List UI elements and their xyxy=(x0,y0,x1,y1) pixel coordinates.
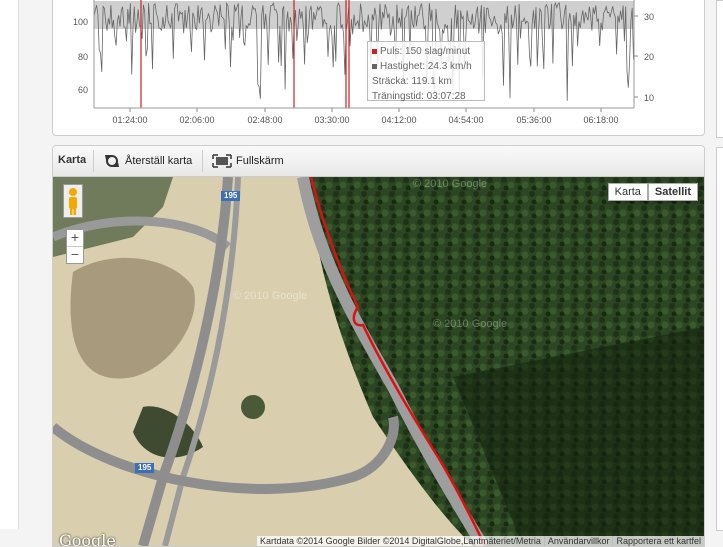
pegman-icon xyxy=(69,188,77,215)
x-tick-label: 03:30:00 xyxy=(314,115,349,125)
map-attribution: Kartdata ©2014 Google Bilder ©2014 Digit… xyxy=(257,536,704,546)
map-type-satellite-button[interactable]: Satellit xyxy=(647,183,698,201)
right-panel-bottom xyxy=(716,147,723,531)
svg-text:© 2010 Google: © 2010 Google xyxy=(433,318,507,330)
map-type-control: Karta Satellit xyxy=(607,183,698,201)
x-tick-label: 05:36:00 xyxy=(516,115,551,125)
x-tick-label: 04:12:00 xyxy=(381,115,416,125)
road-shield-195-bottom: 195 xyxy=(135,463,155,473)
tooltip-speed: Hastighet: 24.3 km/h xyxy=(372,59,480,74)
road-shield-195-top: 195 xyxy=(221,191,241,201)
left-sidebar xyxy=(0,0,19,529)
y-right-tick-label: 10 xyxy=(644,93,654,103)
pulse-speed-chart-panel: 100 80 60 30 20 10 01:24:00 02:06:00 02:48:00 03:… xyxy=(52,0,705,136)
terms-of-use-link[interactable]: Användarvillkor xyxy=(543,536,613,546)
zoom-in-button[interactable]: + xyxy=(67,230,83,247)
report-map-error-link[interactable]: Rapportera ett kartfel xyxy=(612,536,704,546)
tooltip-time: Träningstid: 03:07:28 xyxy=(372,91,466,102)
x-tick-label: 06:18:00 xyxy=(583,115,618,125)
y-left-tick-label: 100 xyxy=(73,17,88,27)
tooltip-distance: Sträcka: 119.1 km xyxy=(372,76,452,87)
map-data-attribution: Kartdata ©2014 Google Bilder ©2014 Digit… xyxy=(257,536,544,546)
reset-map-icon xyxy=(105,155,119,167)
fullscreen-button[interactable]: Fullskärm xyxy=(212,151,284,171)
map-type-map-button[interactable]: Karta xyxy=(607,183,648,201)
reset-map-label: Återställ karta xyxy=(125,155,193,167)
satellite-map[interactable]: © 2010 Google © 2010 Google © 2010 Googl… xyxy=(53,177,704,546)
fullscreen-label: Fullskärm xyxy=(236,155,284,167)
toolbar-divider xyxy=(202,150,203,172)
y-right-tick-label: 30 xyxy=(644,12,654,22)
x-tick-label: 02:06:00 xyxy=(179,115,214,125)
chart-tooltip: Puls: 150 slag/minut Hastighet: 24.3 km/… xyxy=(367,41,485,102)
toolbar-divider xyxy=(93,150,94,172)
x-tick-label: 01:24:00 xyxy=(112,115,147,125)
map-panel: Karta Återställ karta Fullskärm © 2010 G… xyxy=(52,145,705,547)
fullscreen-icon xyxy=(212,154,232,168)
satellite-imagery: © 2010 Google © 2010 Google © 2010 Googl… xyxy=(53,177,704,546)
map-toolbar: Karta Återställ karta Fullskärm xyxy=(53,146,704,177)
y-left-tick-label: 80 xyxy=(78,52,88,62)
google-logo[interactable]: Google xyxy=(59,531,116,546)
tooltip-pulse: Puls: 150 slag/minut xyxy=(372,44,480,59)
svg-text:© 2010 Google: © 2010 Google xyxy=(233,290,307,302)
zoom-control: + − xyxy=(66,229,84,264)
zoom-out-button[interactable]: − xyxy=(67,247,83,263)
x-tick-label: 02:48:00 xyxy=(247,115,282,125)
y-left-tick-label: 60 xyxy=(78,85,88,95)
map-panel-title: Karta xyxy=(58,154,87,166)
y-right-tick-label: 20 xyxy=(644,52,654,62)
x-tick-label: 04:54:00 xyxy=(448,115,483,125)
reset-map-button[interactable]: Återställ karta xyxy=(103,151,192,171)
street-view-pegman[interactable] xyxy=(63,184,83,218)
right-panel-top xyxy=(716,0,723,138)
svg-text:© 2010 Google: © 2010 Google xyxy=(413,178,487,190)
